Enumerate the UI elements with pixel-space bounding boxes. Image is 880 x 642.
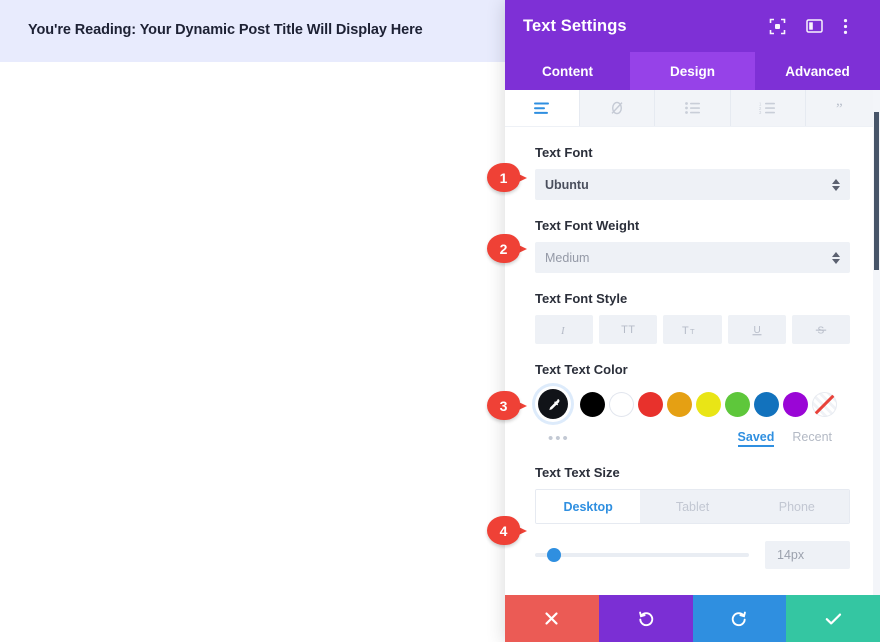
cancel-button[interactable] <box>505 595 599 642</box>
svg-text:T: T <box>682 325 689 336</box>
page-root: You're Reading: Your Dynamic Post Title … <box>0 0 880 642</box>
align-paragraph-icon[interactable] <box>505 90 581 126</box>
swatch-transparent[interactable] <box>812 391 837 417</box>
swatch-red[interactable] <box>638 391 663 417</box>
text-color-label: Text Text Color <box>535 362 628 377</box>
modal-title: Text Settings <box>523 16 627 35</box>
blockquote-icon[interactable]: ” <box>805 90 880 126</box>
svg-text:S: S <box>817 325 824 336</box>
swatch-green[interactable] <box>725 391 750 417</box>
svg-text:T: T <box>690 327 695 336</box>
uppercase-icon[interactable]: TT <box>599 315 658 344</box>
text-settings-modal: Text Settings Content Design Advanced 1 … <box>505 0 880 642</box>
more-vertical-icon[interactable] <box>843 18 860 35</box>
more-colors-icon[interactable]: ••• <box>535 431 570 446</box>
layout-columns-icon[interactable] <box>806 18 823 35</box>
chevron-updown-icon <box>832 178 840 191</box>
device-tab-phone[interactable]: Phone <box>744 490 849 523</box>
modal-tabs: Content Design Advanced <box>505 52 880 90</box>
modal-scrollbar-track[interactable] <box>873 90 880 595</box>
focus-expand-icon[interactable] <box>769 18 786 35</box>
svg-text:3: 3 <box>759 110 762 114</box>
tab-content[interactable]: Content <box>505 52 630 90</box>
modal-scroll-area: 1 2 3 ” Text Font Ubuntu Text Font Weigh… <box>505 90 880 595</box>
swatch-orange[interactable] <box>667 391 692 417</box>
text-size-field: Text Text Size Desktop Tablet Phone 14px <box>535 447 850 569</box>
format-toolbar: 1 2 3 ” <box>505 90 880 127</box>
color-footer-row: ••• Saved Recent <box>535 429 850 447</box>
slider-knob[interactable] <box>547 548 562 562</box>
strikethrough-icon[interactable]: S <box>791 315 851 344</box>
svg-text:”: ” <box>836 102 843 115</box>
saved-colors-tab[interactable]: Saved <box>737 430 775 447</box>
text-size-slider-row: 14px <box>535 541 850 569</box>
text-font-weight-field: Text Font Weight Medium <box>535 200 850 273</box>
text-font-style-label: Text Font Style <box>535 291 628 306</box>
color-swatch-row <box>535 386 850 422</box>
redo-button[interactable] <box>692 595 787 642</box>
bulleted-list-icon[interactable] <box>655 90 731 126</box>
slider-track <box>535 553 749 557</box>
text-font-select[interactable]: Ubuntu <box>535 169 850 200</box>
small-caps-icon[interactable]: T T <box>663 315 722 344</box>
text-size-value[interactable]: 14px <box>765 541 850 569</box>
device-tab-tablet[interactable]: Tablet <box>640 490 745 523</box>
swatch-black[interactable] <box>580 391 605 417</box>
chevron-updown-icon <box>832 251 840 264</box>
swatch-yellow[interactable] <box>696 391 721 417</box>
modal-header-icons <box>769 18 862 35</box>
numbered-list-icon[interactable]: 1 2 3 <box>730 90 806 126</box>
swatch-white[interactable] <box>609 391 634 417</box>
svg-text:I: I <box>560 325 566 337</box>
italic-icon[interactable]: I <box>535 315 594 344</box>
modal-header: Text Settings <box>505 0 880 52</box>
text-size-slider[interactable] <box>535 546 749 564</box>
text-font-field: Text Font Ubuntu <box>535 127 850 200</box>
link-break-icon[interactable] <box>580 90 656 126</box>
modal-action-bar <box>505 595 880 642</box>
text-color-field: Text Text Color ••• Saved Recent <box>535 344 850 447</box>
eyedropper-icon <box>538 389 568 419</box>
modal-scrollbar-thumb[interactable] <box>874 112 879 270</box>
font-style-buttons: I TT T T U S <box>535 315 851 344</box>
text-font-label: Text Font <box>535 145 593 160</box>
underline-icon[interactable]: U <box>727 315 786 344</box>
recent-colors-tab[interactable]: Recent <box>792 430 832 447</box>
text-size-label: Text Text Size <box>535 465 620 480</box>
tab-advanced[interactable]: Advanced <box>755 52 880 90</box>
text-font-style-field: Text Font Style I TT T T U S <box>535 273 851 344</box>
text-font-value: Ubuntu <box>545 177 589 192</box>
device-toggle-group: Desktop Tablet Phone <box>535 489 850 524</box>
color-picker-button[interactable] <box>535 386 571 422</box>
undo-button[interactable] <box>598 595 693 642</box>
tab-design[interactable]: Design <box>630 52 755 90</box>
save-button[interactable] <box>786 595 880 642</box>
device-tab-desktop[interactable]: Desktop <box>536 490 641 523</box>
text-font-weight-label: Text Font Weight <box>535 218 640 233</box>
preview-banner-text: You're Reading: Your Dynamic Post Title … <box>28 22 423 38</box>
swatch-purple[interactable] <box>783 391 808 417</box>
text-font-weight-select[interactable]: Medium <box>535 242 850 273</box>
text-font-weight-value: Medium <box>545 250 590 265</box>
swatch-blue[interactable] <box>754 391 779 417</box>
